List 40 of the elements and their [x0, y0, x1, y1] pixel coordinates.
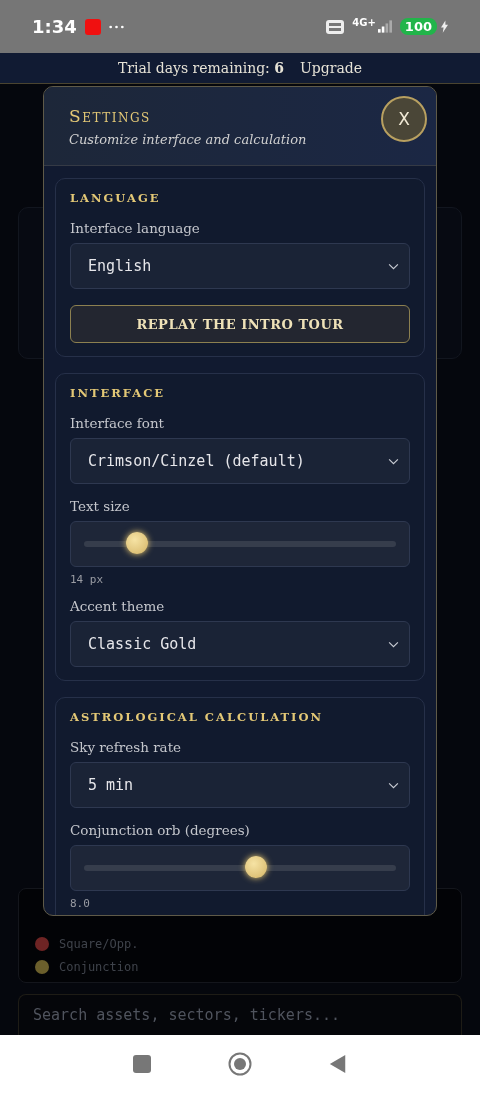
more-dots-icon	[108, 24, 124, 29]
field-label: Accent theme	[70, 598, 166, 614]
trial-days-text: Trial days remaining: 6	[117, 60, 285, 76]
field-label: Sky refresh rate	[70, 739, 183, 755]
dialog-title: Settings	[69, 105, 152, 126]
recents-button[interactable]	[132, 1054, 152, 1074]
dropdown[interactable]: English	[70, 243, 410, 289]
field-label: Interface font	[70, 415, 166, 431]
chevron-down-icon	[388, 640, 399, 648]
legend-label: Square/Opp.	[59, 937, 139, 951]
legend-label: Conjunction	[59, 960, 139, 974]
chevron-down-icon	[388, 262, 399, 270]
replay-tour-button[interactable]: REPLAY THE INTRO TOUR	[70, 305, 410, 343]
dropdown[interactable]: Classic Gold	[70, 621, 410, 667]
section-heading: INTERFACE	[70, 386, 167, 400]
network-type: 4G+	[352, 17, 376, 28]
back-button[interactable]	[328, 1054, 348, 1074]
field-label: Conjunction orb (degrees)	[70, 822, 251, 838]
section-heading: ASTROLOGICAL CALCULATION	[70, 710, 325, 724]
notification-icon	[84, 18, 101, 35]
signal-icon	[377, 20, 392, 33]
slider-thumb[interactable]	[126, 532, 149, 554]
charging-icon	[441, 20, 448, 33]
slider-value: 14 px	[70, 573, 105, 586]
close-button[interactable]: X	[381, 95, 427, 142]
section-heading: LANGUAGE	[70, 191, 162, 205]
dropdown[interactable]: Crimson/Cinzel (default)	[70, 438, 410, 484]
dropdown[interactable]: 5 min	[70, 762, 410, 808]
clock-time: 1:34	[32, 16, 77, 37]
dialog-subtitle: Customize interface and calculation	[69, 131, 307, 147]
battery-level: 100	[399, 18, 437, 35]
slider-value: 8.0	[70, 897, 91, 910]
search-field[interactable]: Search assets, sectors, tickers...	[18, 994, 462, 1035]
field-label: Text size	[70, 498, 131, 514]
upgrade-link[interactable]: Upgrade	[300, 60, 363, 76]
home-button[interactable]	[228, 1052, 252, 1076]
chevron-down-icon	[388, 781, 399, 789]
field-label: Interface language	[70, 220, 201, 236]
slider-thumb[interactable]	[244, 856, 267, 878]
chevron-down-icon	[388, 457, 399, 465]
